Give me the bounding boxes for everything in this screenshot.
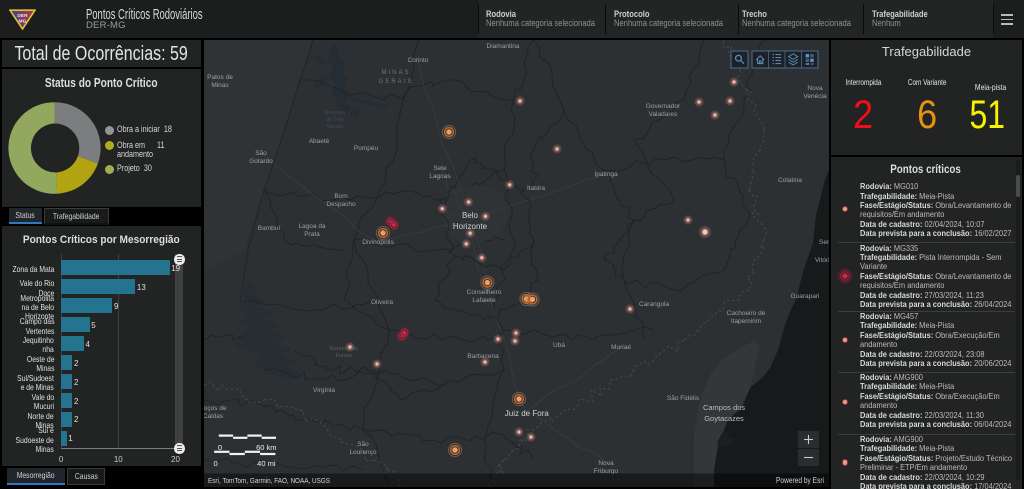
svg-text:Lourenço: Lourenço [349,449,376,456]
svg-text:Colatina: Colatina [778,177,802,184]
svg-text:Represa: Represa [325,110,347,116]
svg-text:Diamantina: Diamantina [487,43,520,50]
svg-text:Itabira: Itabira [527,185,545,192]
svg-text:Governador: Governador [646,103,681,110]
svg-text:Virgínia: Virgínia [313,387,335,394]
svg-text:Patos de: Patos de [207,74,233,81]
svg-text:Oliveira: Oliveira [371,299,393,306]
svg-text:Serra: Serra [819,239,829,246]
svg-text:GERAIS: GERAIS [379,79,414,85]
svg-text:Furnas: Furnas [335,353,352,359]
svg-text:Sete: Sete [433,165,447,172]
svg-text:Conselheiro: Conselheiro [467,289,502,296]
svg-text:DER: DER [17,13,28,19]
svg-text:Esri, TomTom, Garmin, FAO, NOA: Esri, TomTom, Garmin, FAO, NOAA, USGS [208,476,330,485]
svg-text:São Fidélis: São Fidélis [667,395,700,402]
svg-text:Bambuí: Bambuí [258,225,281,232]
svg-text:Abaeté: Abaeté [309,138,330,145]
svg-text:Minas: Minas [211,82,229,89]
svg-text:Itapemirim: Itapemirim [731,318,761,325]
svg-text:São: São [255,150,267,157]
svg-text:Goytacazes: Goytacazes [704,414,744,423]
svg-text:Poços de: Poços de [204,405,227,412]
svg-text:Valadares: Valadares [649,111,679,118]
svg-text:0: 0 [218,443,222,452]
svg-text:Vitória: Vitória [815,257,829,264]
svg-text:Bom: Bom [334,193,347,200]
svg-text:Cachoeiro de: Cachoeiro de [727,310,766,317]
svg-text:Belo: Belo [462,211,479,220]
svg-text:São: São [357,441,369,448]
svg-text:Despacho: Despacho [326,201,356,208]
svg-text:Juiz de Fora: Juiz de Fora [505,409,550,418]
svg-text:40 mi: 40 mi [257,459,276,468]
svg-text:Pompéu: Pompéu [354,145,379,152]
svg-text:Guarapari: Guarapari [791,293,820,300]
svg-text:Nova: Nova [807,85,823,92]
svg-text:Ipatinga: Ipatinga [594,171,618,178]
svg-text:Prata: Prata [304,231,320,238]
svg-text:MINAS: MINAS [381,70,410,76]
svg-text:Campos dos: Campos dos [703,403,745,412]
svg-text:Carangola: Carangola [639,301,669,308]
svg-text:0: 0 [214,459,218,468]
svg-text:Muriaé: Muriaé [611,344,631,351]
svg-text:Ubá: Ubá [553,342,565,349]
svg-text:Lagoas: Lagoas [429,173,451,180]
svg-text:Nova: Nova [598,460,614,467]
svg-text:Divinópolis: Divinópolis [362,239,394,246]
svg-text:Powered by Esri: Powered by Esri [776,476,824,485]
svg-text:Lafaiete: Lafaiete [472,297,496,304]
svg-text:60 km: 60 km [256,443,276,452]
svg-text:Caldas: Caldas [204,413,224,420]
svg-text:Lagoa da: Lagoa da [298,223,325,230]
svg-text:MG: MG [19,19,27,25]
svg-text:Corinto: Corinto [408,57,429,64]
svg-text:de Três: de Três [326,117,345,123]
svg-text:Gotardo: Gotardo [249,158,273,165]
svg-text:Venécia: Venécia [803,93,827,100]
svg-text:Marias: Marias [327,124,344,130]
